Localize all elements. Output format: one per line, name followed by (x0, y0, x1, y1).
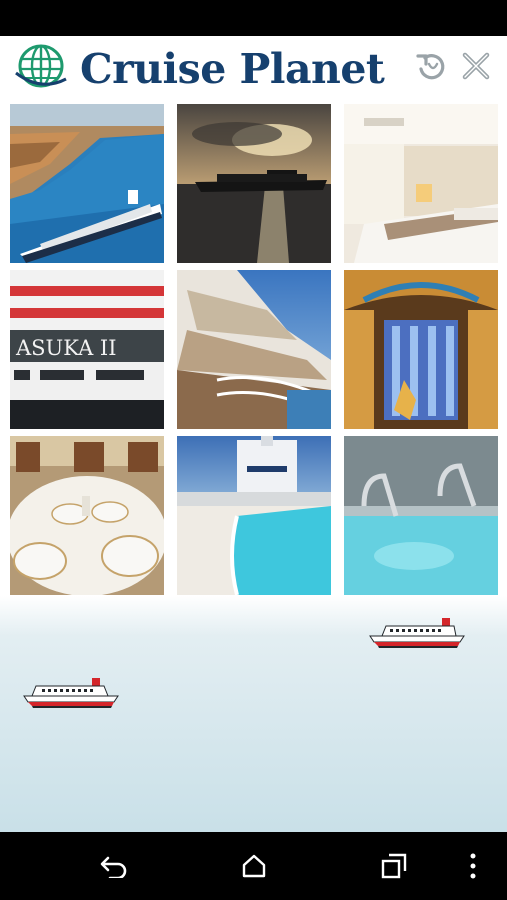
more-button[interactable] (458, 846, 488, 886)
photo-tile-sunset-ship[interactable] (177, 104, 331, 263)
globe-logo-icon (14, 42, 68, 94)
status-bar (0, 0, 507, 36)
close-icon (462, 52, 490, 80)
close-button[interactable] (458, 48, 494, 84)
photo-tile-city-harbor[interactable] (10, 104, 164, 263)
photo-tile-deck-pool[interactable] (177, 436, 331, 595)
photo-tile-atrium[interactable] (344, 270, 498, 429)
refresh-icon (416, 54, 445, 80)
home-icon (242, 854, 266, 878)
cruise-ship-icon (22, 678, 120, 708)
cruise-ship-icon (368, 618, 466, 648)
recents-button[interactable] (374, 846, 414, 886)
home-button[interactable] (234, 846, 274, 886)
recents-icon (381, 853, 407, 879)
photo-tile-ship-decks[interactable] (177, 270, 331, 429)
photo-tile-jacuzzi[interactable] (344, 436, 498, 595)
refresh-button[interactable] (412, 48, 448, 84)
photo-grid: ASUKA II (10, 104, 498, 596)
photo-tile-dining[interactable] (10, 436, 164, 595)
back-icon (100, 856, 127, 878)
navigation-bar (0, 832, 507, 900)
photo-tile-cabin[interactable] (344, 104, 498, 263)
app-header: Cruise Planet (0, 36, 507, 100)
app-screen: Cruise Planet ASUKA II (0, 36, 507, 832)
more-icon (470, 853, 476, 879)
back-button[interactable] (94, 846, 134, 886)
app-title: Cruise Planet (80, 45, 385, 93)
ship-name-text: ASUKA II (15, 336, 117, 360)
photo-tile-ship-funnel[interactable]: ASUKA II (10, 270, 164, 429)
